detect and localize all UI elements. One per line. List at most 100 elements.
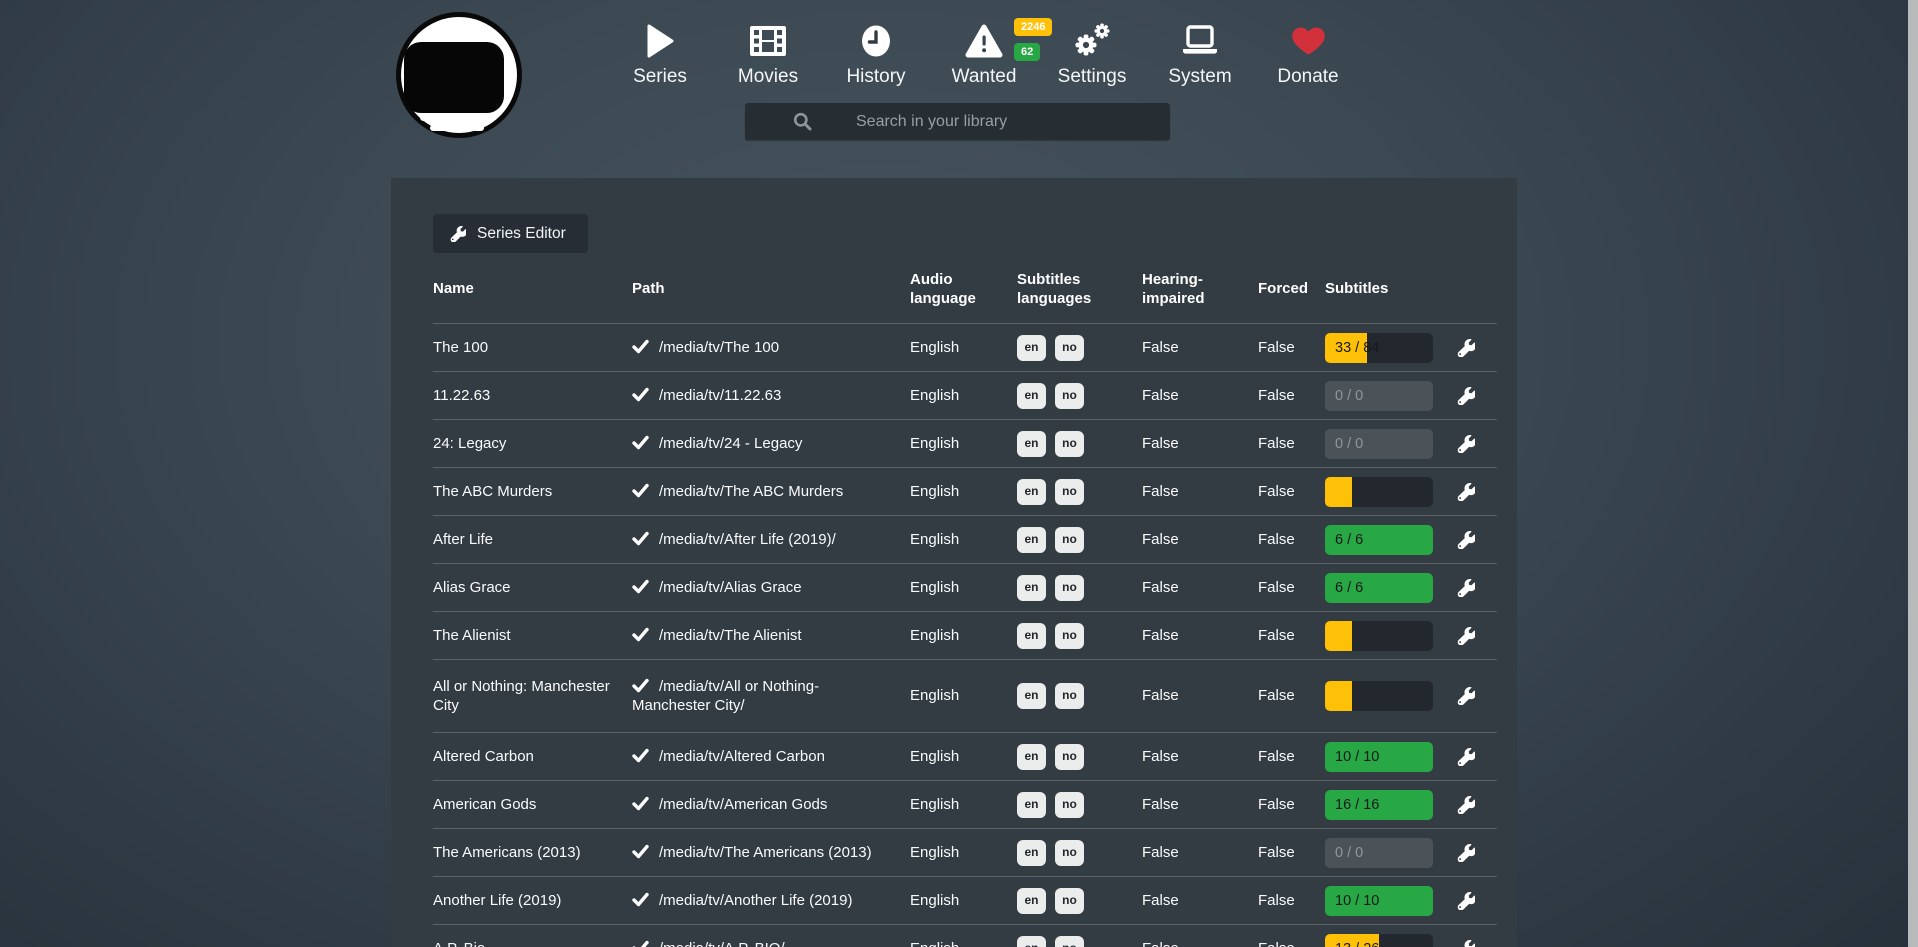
language-badge[interactable]: no — [1055, 575, 1084, 601]
edit-series-button[interactable] — [1457, 627, 1475, 645]
language-badge[interactable]: no — [1055, 335, 1084, 361]
edit-series-button[interactable] — [1457, 687, 1475, 705]
language-badge[interactable]: en — [1017, 840, 1046, 866]
header-hearing-impaired: Hearing-impaired — [1142, 270, 1258, 309]
page-scrollbar[interactable] — [1908, 0, 1918, 947]
series-editor-button[interactable]: Series Editor — [433, 214, 588, 253]
language-badge[interactable]: no — [1055, 527, 1084, 553]
wanted-movies-count-badge: 62 — [1014, 43, 1040, 61]
table-row: American Gods /media/tv/American Gods En… — [433, 780, 1497, 828]
nav-item-series[interactable]: Series — [606, 20, 714, 88]
language-badge[interactable]: no — [1055, 683, 1084, 709]
clock-icon — [860, 20, 892, 62]
logo-subtitle-line — [420, 114, 495, 121]
series-name: The Americans (2013) — [433, 843, 632, 863]
wrench-icon — [1457, 339, 1475, 357]
language-badge[interactable]: no — [1055, 792, 1084, 818]
hearing-impaired: False — [1142, 747, 1258, 767]
language-badge[interactable]: en — [1017, 335, 1046, 361]
table-row: The ABC Murders /media/tv/The ABC Murder… — [433, 467, 1497, 515]
series-name: The ABC Murders — [433, 482, 632, 502]
language-badge[interactable]: no — [1055, 431, 1084, 457]
language-badge[interactable]: en — [1017, 792, 1046, 818]
nav-item-system[interactable]: System — [1146, 20, 1254, 88]
nav-label: Settings — [1058, 66, 1127, 88]
series-path: /media/tv/All or Nothing- Manchester Cit… — [632, 678, 819, 715]
series-path: /media/tv/American Gods — [659, 796, 827, 813]
series-name: 24: Legacy — [433, 434, 632, 454]
hearing-impaired: False — [1142, 843, 1258, 863]
audio-language: English — [910, 843, 1017, 863]
nav-item-donate[interactable]: Donate — [1254, 20, 1362, 88]
language-badge[interactable]: en — [1017, 888, 1046, 914]
edit-series-button[interactable] — [1457, 531, 1475, 549]
subtitles-languages: enno — [1017, 744, 1142, 770]
language-badge[interactable]: en — [1017, 479, 1046, 505]
nav-item-wanted[interactable]: Wanted 2246 62 — [930, 20, 1038, 88]
subtitles-progress — [1325, 681, 1433, 711]
edit-series-button[interactable] — [1457, 940, 1475, 947]
language-badge[interactable]: en — [1017, 383, 1046, 409]
audio-language: English — [910, 482, 1017, 502]
language-badge[interactable]: no — [1055, 383, 1084, 409]
language-badge[interactable]: en — [1017, 431, 1046, 457]
audio-language: English — [910, 686, 1017, 706]
path-exists-check-icon — [632, 892, 649, 907]
nav-item-movies[interactable]: Movies — [714, 20, 822, 88]
forced: False — [1258, 530, 1325, 550]
series-table-header: Name Path Audio language Subtitles langu… — [433, 255, 1497, 323]
app-logo[interactable] — [396, 12, 522, 138]
nav-label: History — [846, 66, 905, 88]
language-badge[interactable]: no — [1055, 744, 1084, 770]
edit-series-button[interactable] — [1457, 844, 1475, 862]
series-path: /media/tv/24 - Legacy — [659, 435, 802, 452]
subtitles-count: 6 / 6 — [1335, 525, 1363, 555]
header-path: Path — [632, 279, 910, 299]
audio-language: English — [910, 795, 1017, 815]
nav-label: Wanted — [952, 66, 1017, 88]
hearing-impaired: False — [1142, 530, 1258, 550]
edit-series-button[interactable] — [1457, 892, 1475, 910]
path-exists-check-icon — [632, 678, 649, 693]
hearing-impaired: False — [1142, 939, 1258, 947]
language-badge[interactable]: en — [1017, 683, 1046, 709]
language-badge[interactable]: en — [1017, 575, 1046, 601]
subtitles-languages: enno — [1017, 479, 1142, 505]
series-table: Name Path Audio language Subtitles langu… — [433, 255, 1497, 947]
language-badge[interactable]: no — [1055, 479, 1084, 505]
path-exists-check-icon — [632, 940, 649, 947]
language-badge[interactable]: no — [1055, 888, 1084, 914]
nav-item-settings[interactable]: Settings — [1038, 20, 1146, 88]
edit-series-button[interactable] — [1457, 796, 1475, 814]
audio-language: English — [910, 338, 1017, 358]
hearing-impaired: False — [1142, 626, 1258, 646]
search-input[interactable] — [856, 113, 1156, 131]
path-exists-check-icon — [632, 844, 649, 859]
edit-series-button[interactable] — [1457, 339, 1475, 357]
edit-series-button[interactable] — [1457, 483, 1475, 501]
series-name: A.P. Bio — [433, 939, 632, 947]
nav-label: Movies — [738, 66, 798, 88]
language-badge[interactable]: en — [1017, 744, 1046, 770]
audio-language: English — [910, 939, 1017, 947]
wrench-icon — [1457, 435, 1475, 453]
language-badge[interactable]: en — [1017, 527, 1046, 553]
language-badge[interactable]: en — [1017, 936, 1046, 947]
language-badge[interactable]: no — [1055, 623, 1084, 649]
table-row: Alias Grace /media/tv/Alias Grace Englis… — [433, 563, 1497, 611]
nav-item-history[interactable]: History — [822, 20, 930, 88]
subtitles-progress: 6 / 6 — [1325, 573, 1433, 603]
subtitles-languages: enno — [1017, 335, 1142, 361]
edit-series-button[interactable] — [1457, 387, 1475, 405]
language-badge[interactable]: no — [1055, 840, 1084, 866]
library-search — [745, 103, 1170, 140]
language-badge[interactable]: no — [1055, 936, 1084, 947]
edit-series-button[interactable] — [1457, 435, 1475, 453]
series-path: /media/tv/The ABC Murders — [659, 483, 843, 500]
language-badge[interactable]: en — [1017, 623, 1046, 649]
table-row: The Americans (2013) /media/tv/The Ameri… — [433, 828, 1497, 876]
audio-language: English — [910, 626, 1017, 646]
edit-series-button[interactable] — [1457, 579, 1475, 597]
wrench-icon — [1457, 892, 1475, 910]
edit-series-button[interactable] — [1457, 748, 1475, 766]
